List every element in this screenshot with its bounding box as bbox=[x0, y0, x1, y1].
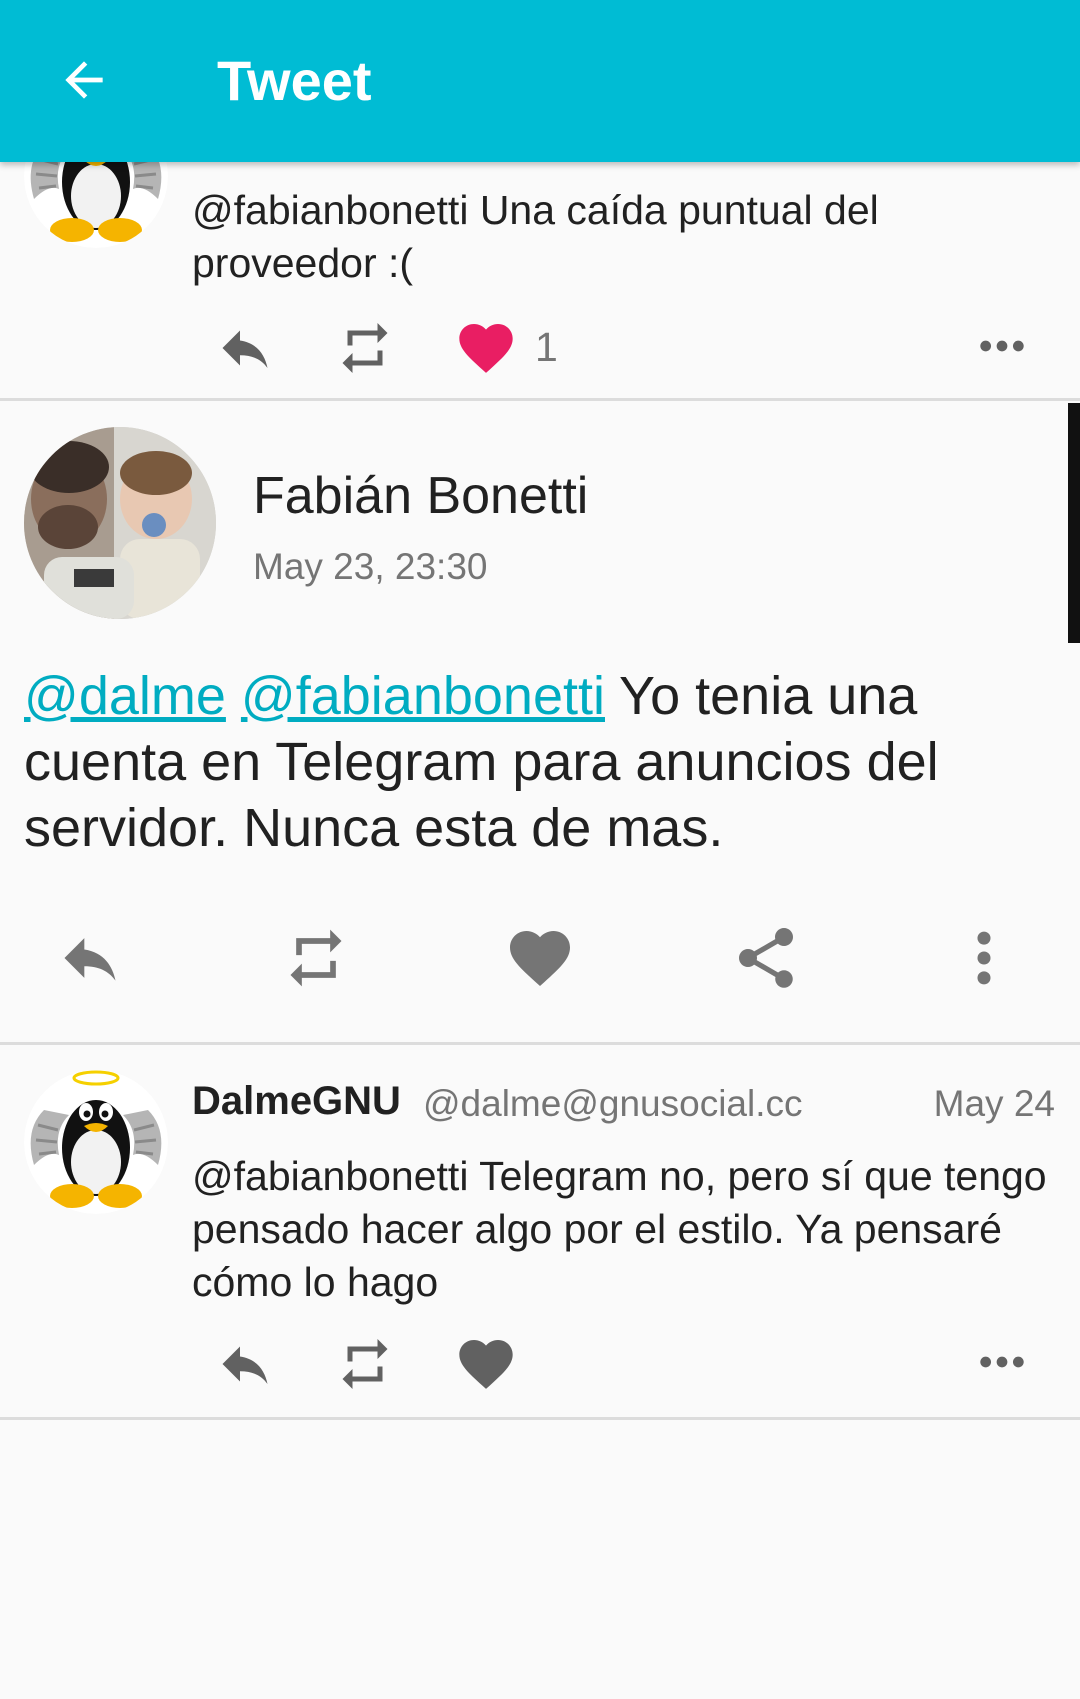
like-count: 1 bbox=[535, 324, 558, 370]
reply-text: @fabianbonetti Telegram no, pero sí que … bbox=[192, 1153, 1047, 1305]
reply-icon[interactable] bbox=[52, 924, 128, 992]
author-photo bbox=[24, 427, 216, 619]
tweet-text: @dalme @fabianbonetti Yo tenia una cuent… bbox=[24, 663, 1044, 861]
author-name[interactable]: Fabián Bonetti bbox=[253, 466, 588, 526]
author-avatar[interactable] bbox=[24, 427, 216, 619]
app-bar: Tweet bbox=[0, 0, 1080, 162]
more-horiz-icon[interactable] bbox=[972, 1334, 1032, 1390]
reply-icon[interactable] bbox=[210, 318, 280, 378]
like-icon[interactable] bbox=[504, 922, 576, 994]
author-name[interactable]: DalmeGNU bbox=[192, 1079, 401, 1124]
retweet-icon[interactable] bbox=[330, 1334, 400, 1394]
tweet-date: May 23, 23:30 bbox=[253, 546, 488, 587]
heart-filled-icon[interactable] bbox=[454, 316, 518, 380]
reply-text: @fabianbonetti Una caída puntual del pro… bbox=[192, 187, 879, 286]
more-horiz-icon[interactable] bbox=[972, 318, 1032, 374]
scroll-indicator bbox=[1068, 403, 1080, 643]
mention-link[interactable]: @dalme bbox=[24, 666, 226, 726]
retweet-icon[interactable] bbox=[276, 924, 356, 992]
page-title: Tweet bbox=[217, 49, 372, 112]
retweet-icon[interactable] bbox=[330, 318, 400, 378]
mention-link[interactable]: @fabianbonetti bbox=[241, 666, 605, 726]
author-handle: @dalme@gnusocial.cc bbox=[423, 1083, 803, 1124]
reply-meta: DalmeGNU @dalme@gnusocial.cc May 24 bbox=[192, 1079, 1055, 1129]
more-vert-icon[interactable] bbox=[950, 922, 1018, 994]
divider bbox=[0, 1417, 1080, 1420]
tux-avatar-icon bbox=[24, 1070, 168, 1214]
share-icon[interactable] bbox=[730, 922, 802, 994]
reply-icon[interactable] bbox=[210, 1334, 280, 1394]
reply-date: May 24 bbox=[933, 1083, 1055, 1124]
back-arrow-icon[interactable] bbox=[56, 52, 112, 108]
like-icon[interactable] bbox=[454, 1332, 518, 1396]
avatar[interactable] bbox=[24, 1070, 168, 1214]
